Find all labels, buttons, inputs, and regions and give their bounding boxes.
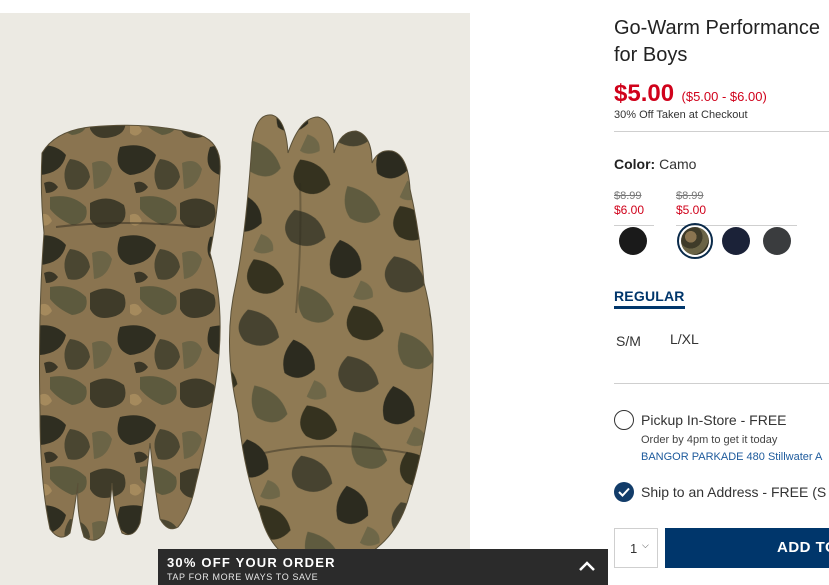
color-swatch-navy[interactable] (722, 227, 750, 255)
price-range: ($5.00 - $6.00) (681, 89, 767, 104)
price-row: $5.00 ($5.00 - $6.00) (614, 80, 767, 108)
divider (614, 383, 829, 384)
swatch-price-group: $8.99 $6.00 (614, 189, 654, 226)
pickup-label[interactable]: Pickup In-Store - FREE (641, 412, 787, 428)
product-title: Go-Warm Performance for Boys (614, 15, 829, 69)
color-label-key: Color: (614, 156, 656, 172)
pickup-note: Order by 4pm to get it today (641, 434, 778, 446)
camo-gloves-photo (39, 114, 434, 567)
original-price: $8.99 (614, 190, 642, 202)
size-option-lxl[interactable]: L/XL (670, 331, 699, 347)
ship-radio[interactable] (614, 482, 634, 502)
chevron-up-icon[interactable] (578, 560, 596, 572)
sale-price: $6.00 (614, 203, 645, 217)
promo-banner[interactable]: 30% OFF YOUR ORDER TAP FOR MORE WAYS TO … (158, 549, 608, 585)
add-to-bag-label: ADD TO (777, 539, 829, 556)
color-swatch-charcoal[interactable] (763, 227, 791, 255)
tab-regular-fit[interactable]: REGULAR (614, 288, 685, 309)
price-group-underline (676, 225, 797, 226)
color-label: Color: Camo (614, 156, 696, 172)
quantity-value: 1 (630, 541, 638, 556)
size-option-sm[interactable]: S/M (616, 333, 641, 349)
promo-subtext: TAP FOR MORE WAYS TO SAVE (167, 572, 319, 582)
check-icon (618, 487, 630, 497)
pickup-store-link[interactable]: BANGOR PARKADE 480 Stillwater A (641, 451, 822, 463)
price-group-underline (614, 225, 654, 226)
color-swatch-black[interactable] (619, 227, 647, 255)
promo-headline: 30% OFF YOUR ORDER (167, 555, 336, 570)
divider (614, 131, 829, 132)
pickup-radio[interactable] (614, 410, 634, 430)
quantity-select[interactable]: 1 ⌵ (614, 528, 658, 568)
swatch-price-group: $8.99 $5.00 (676, 189, 797, 226)
color-value: Camo (659, 156, 697, 172)
original-price: $8.99 (676, 190, 704, 202)
color-swatch-camo[interactable] (677, 223, 713, 259)
ship-label[interactable]: Ship to an Address - FREE (S (641, 484, 826, 500)
add-to-bag-button[interactable]: ADD TO (665, 528, 829, 568)
product-title-line1: Go-Warm Performance (614, 17, 820, 39)
chevron-down-icon: ⌵ (642, 540, 649, 550)
product-info-panel: Go-Warm Performance for Boys $5.00 ($5.0… (614, 0, 829, 585)
current-price: $5.00 (614, 80, 675, 107)
discount-note: 30% Off Taken at Checkout (614, 109, 748, 121)
product-title-line2: for Boys (614, 44, 688, 66)
product-image[interactable] (0, 13, 470, 585)
sale-price: $5.00 (676, 203, 707, 217)
